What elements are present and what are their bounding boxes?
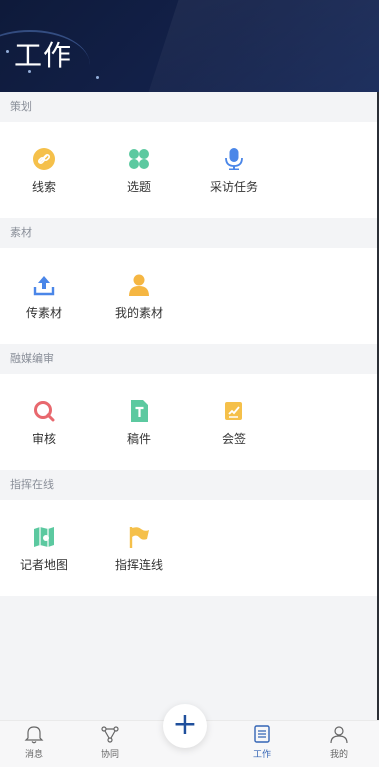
grid-icon	[129, 149, 149, 169]
tab-messages[interactable]: 消息	[4, 721, 64, 767]
document-icon	[131, 400, 148, 422]
item-label: 采访任务	[209, 180, 258, 194]
map-icon	[34, 527, 54, 547]
tab-work[interactable]: 工作	[232, 721, 292, 767]
section-editorial: 审核 稿件 会签	[0, 374, 379, 470]
network-icon	[101, 726, 119, 743]
link-icon	[33, 148, 55, 170]
tab-label: 协同	[100, 750, 119, 760]
item-label: 指挥连线	[114, 558, 163, 572]
section-command: 记者地图 指挥连线	[0, 500, 379, 596]
upload-icon	[33, 276, 55, 296]
item-reporter-map[interactable]: 记者地图	[7, 500, 81, 596]
item-my-material[interactable]: 我的素材	[102, 248, 176, 344]
item-topic[interactable]: 选题	[102, 122, 176, 218]
header-decoration	[129, 0, 379, 92]
tab-mine[interactable]: 我的	[309, 721, 369, 767]
section-planning: 线索 选题 采访任务	[0, 122, 379, 218]
item-label: 线索	[31, 180, 56, 194]
user-icon	[129, 274, 149, 296]
section-label-planning: 策划	[0, 92, 379, 122]
item-label: 我的素材	[114, 306, 163, 320]
flag-icon	[129, 527, 149, 548]
page-header: 工作	[0, 0, 379, 92]
section-label-material: 素材	[0, 218, 379, 248]
section-material: 传素材 我的素材	[0, 248, 379, 344]
section-label-command: 指挥在线	[0, 470, 379, 500]
page-title: 工作	[14, 39, 73, 72]
item-label: 稿件	[126, 432, 151, 446]
person-icon	[330, 726, 348, 744]
bell-icon	[24, 726, 44, 744]
plus-icon: +	[172, 707, 198, 742]
item-countersign[interactable]: 会签	[197, 374, 271, 470]
tab-collaboration[interactable]: 协同	[80, 721, 140, 767]
tab-label: 我的	[329, 750, 348, 760]
item-interview-task[interactable]: 采访任务	[197, 122, 271, 218]
item-label: 会签	[221, 432, 246, 446]
add-button[interactable]: +	[163, 704, 207, 748]
item-clue[interactable]: 线索	[7, 122, 81, 218]
tab-label: 工作	[252, 750, 271, 760]
item-upload-material[interactable]: 传素材	[7, 248, 81, 344]
list-icon	[254, 725, 270, 743]
header-dot	[6, 50, 9, 53]
item-manuscript[interactable]: 稿件	[102, 374, 176, 470]
header-dot	[96, 76, 99, 79]
section-label-editorial: 融媒编审	[0, 344, 379, 374]
tab-label: 消息	[24, 750, 43, 760]
item-label: 审核	[31, 432, 56, 446]
item-review[interactable]: 审核	[7, 374, 81, 470]
sign-icon	[225, 402, 242, 420]
microphone-icon	[225, 148, 243, 170]
item-command-link[interactable]: 指挥连线	[102, 500, 176, 596]
item-label: 记者地图	[19, 558, 68, 572]
item-label: 选题	[126, 180, 151, 194]
item-label: 传素材	[25, 306, 62, 320]
review-icon	[34, 401, 55, 422]
